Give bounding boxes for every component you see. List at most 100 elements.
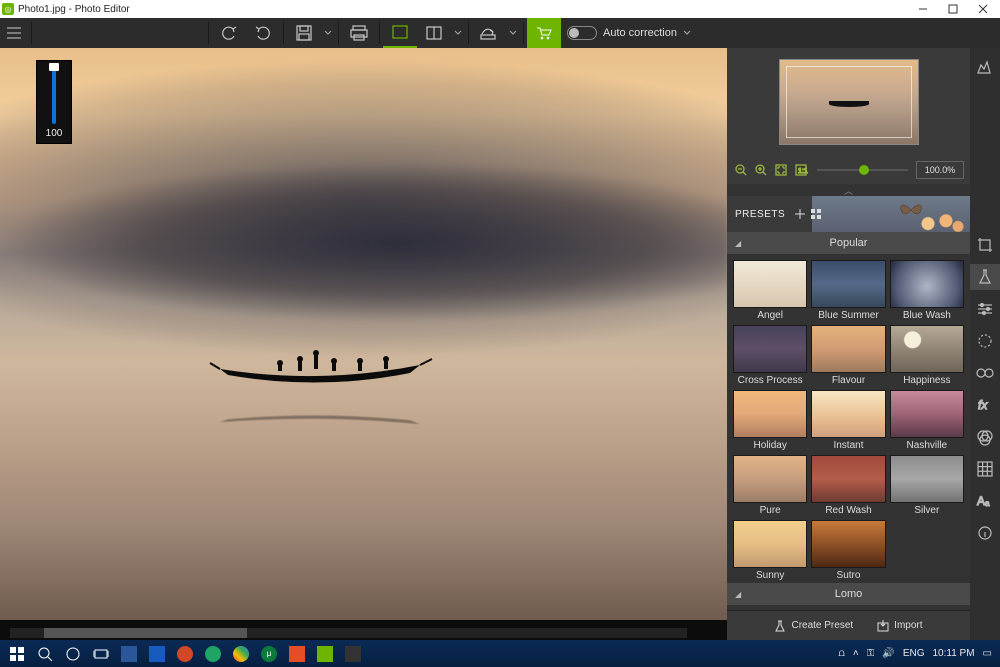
taskbar-app-9[interactable] [340, 642, 366, 665]
preset-blue-summer[interactable]: Blue Summer [811, 260, 885, 321]
preset-cross-process[interactable]: Cross Process [733, 325, 807, 386]
taskbar-app-2[interactable] [144, 642, 170, 665]
taskbar-app-7[interactable] [284, 642, 310, 665]
system-tray[interactable]: ⩍ ˄ ⚿ 🔊 ENG 10:11 PM ▭ [838, 648, 996, 659]
minimize-button[interactable] [908, 0, 938, 18]
fit-icon [775, 164, 787, 176]
preset-nashville[interactable]: Nashville [890, 390, 964, 451]
horizontal-scrollbar[interactable] [10, 628, 687, 638]
group-lomo-header[interactable]: ◢ Lomo [727, 583, 970, 605]
taskbar-app-4[interactable] [200, 642, 226, 665]
preset-thumb [890, 455, 964, 503]
info-tab[interactable] [970, 520, 1000, 546]
zoom-actual-button[interactable]: 1:1 [793, 162, 809, 178]
selection-tab[interactable] [970, 328, 1000, 354]
maximize-button[interactable] [938, 0, 968, 18]
zoom-in-button[interactable] [753, 162, 769, 178]
redeye-tab[interactable] [970, 360, 1000, 386]
taskbar-app-6[interactable]: μ [256, 642, 282, 665]
cortana-button[interactable] [60, 642, 86, 665]
adjust-tab[interactable] [970, 296, 1000, 322]
view-dropdown[interactable] [451, 30, 465, 36]
color-tab[interactable] [970, 424, 1000, 450]
save-button[interactable] [287, 18, 321, 48]
svg-text:fx: fx [978, 398, 988, 412]
tray-time[interactable]: 10:11 PM [932, 648, 974, 659]
preset-instant[interactable]: Instant [811, 390, 885, 451]
redo-button[interactable] [246, 18, 280, 48]
tray-network-icon[interactable]: ⚿ [867, 648, 875, 659]
group-popular-header[interactable]: ◢ Popular [727, 232, 970, 254]
zoom-fit-button[interactable] [773, 162, 789, 178]
preset-thumb [733, 325, 807, 373]
preset-happiness[interactable]: Happiness [890, 325, 964, 386]
add-preset-icon[interactable] [793, 207, 807, 221]
pixelate-tab[interactable] [970, 456, 1000, 482]
main-toolbar: Auto correction [0, 18, 1000, 48]
zoom-out-button[interactable] [733, 162, 749, 178]
preset-angel[interactable]: Angel [733, 260, 807, 321]
auto-correction-toggle[interactable]: Auto correction [567, 26, 691, 40]
taskbar-app-1[interactable] [116, 642, 142, 665]
navigator-preview[interactable] [727, 48, 970, 156]
tray-people-icon[interactable]: ⩍ [838, 648, 845, 659]
print-button[interactable] [342, 18, 376, 48]
canvas-area[interactable]: 100 [0, 48, 727, 640]
slider-value: 100 [46, 128, 63, 139]
split-view-button[interactable] [417, 18, 451, 48]
preset-thumb [811, 390, 885, 438]
photo-subject-boat [210, 343, 430, 383]
effects-tab[interactable]: fx [970, 392, 1000, 418]
taskview-button[interactable] [88, 642, 114, 665]
single-view-button[interactable] [383, 18, 417, 48]
app-icon: ◎ [2, 3, 14, 15]
zoom-out-icon [735, 164, 747, 176]
cart-button[interactable] [527, 18, 561, 48]
opacity-slider[interactable]: 100 [36, 60, 72, 144]
search-button[interactable] [32, 642, 58, 665]
share-button[interactable] [472, 18, 506, 48]
histogram-tab[interactable] [970, 54, 1000, 80]
actual-icon: 1:1 [795, 164, 807, 176]
preset-actions: Create Preset Import [727, 610, 970, 640]
import-preset-button[interactable]: Import [877, 620, 922, 632]
tray-up-icon[interactable]: ˄ [853, 648, 859, 659]
taskbar-app-3[interactable] [172, 642, 198, 665]
preset-blue-wash[interactable]: Blue Wash [890, 260, 964, 321]
crop-tab[interactable] [970, 232, 1000, 258]
preset-sunny[interactable]: Sunny [733, 520, 807, 581]
panel-collapse-up[interactable]: ︿ [727, 184, 970, 196]
preset-holiday[interactable]: Holiday [733, 390, 807, 451]
start-button[interactable] [4, 642, 30, 665]
preset-label: Blue Wash [903, 310, 951, 321]
grid-view-icon[interactable] [809, 207, 823, 221]
text-tab[interactable]: Aa [970, 488, 1000, 514]
hamburger-menu-button[interactable] [0, 18, 28, 48]
tray-lang[interactable]: ENG [903, 648, 925, 659]
preset-pure[interactable]: Pure [733, 455, 807, 516]
zoom-value[interactable]: 100.0% [916, 161, 964, 179]
preset-label: Flavour [832, 375, 865, 386]
save-dropdown[interactable] [321, 30, 335, 36]
tray-notifications-icon[interactable]: ▭ [983, 648, 992, 659]
taskbar-app-8[interactable] [312, 642, 338, 665]
preset-sutro[interactable]: Sutro [811, 520, 885, 581]
preset-flavour[interactable]: Flavour [811, 325, 885, 386]
undo-button[interactable] [212, 18, 246, 48]
import-icon [877, 620, 889, 632]
zoom-slider[interactable] [817, 169, 908, 171]
preset-thumb [811, 325, 885, 373]
preset-red-wash[interactable]: Red Wash [811, 455, 885, 516]
preset-silver[interactable]: Silver [890, 455, 964, 516]
save-icon [296, 25, 312, 41]
create-preset-button[interactable]: Create Preset [774, 620, 853, 632]
close-button[interactable] [968, 0, 998, 18]
presets-tab[interactable] [970, 264, 1000, 290]
slider-thumb[interactable] [49, 63, 59, 71]
tray-volume-icon[interactable]: 🔊 [882, 648, 894, 659]
taskbar-app-5[interactable] [228, 642, 254, 665]
share-dropdown[interactable] [506, 30, 520, 36]
preset-label: Instant [833, 440, 863, 451]
preset-label: Pure [760, 505, 781, 516]
svg-text:1:1: 1:1 [798, 168, 808, 175]
